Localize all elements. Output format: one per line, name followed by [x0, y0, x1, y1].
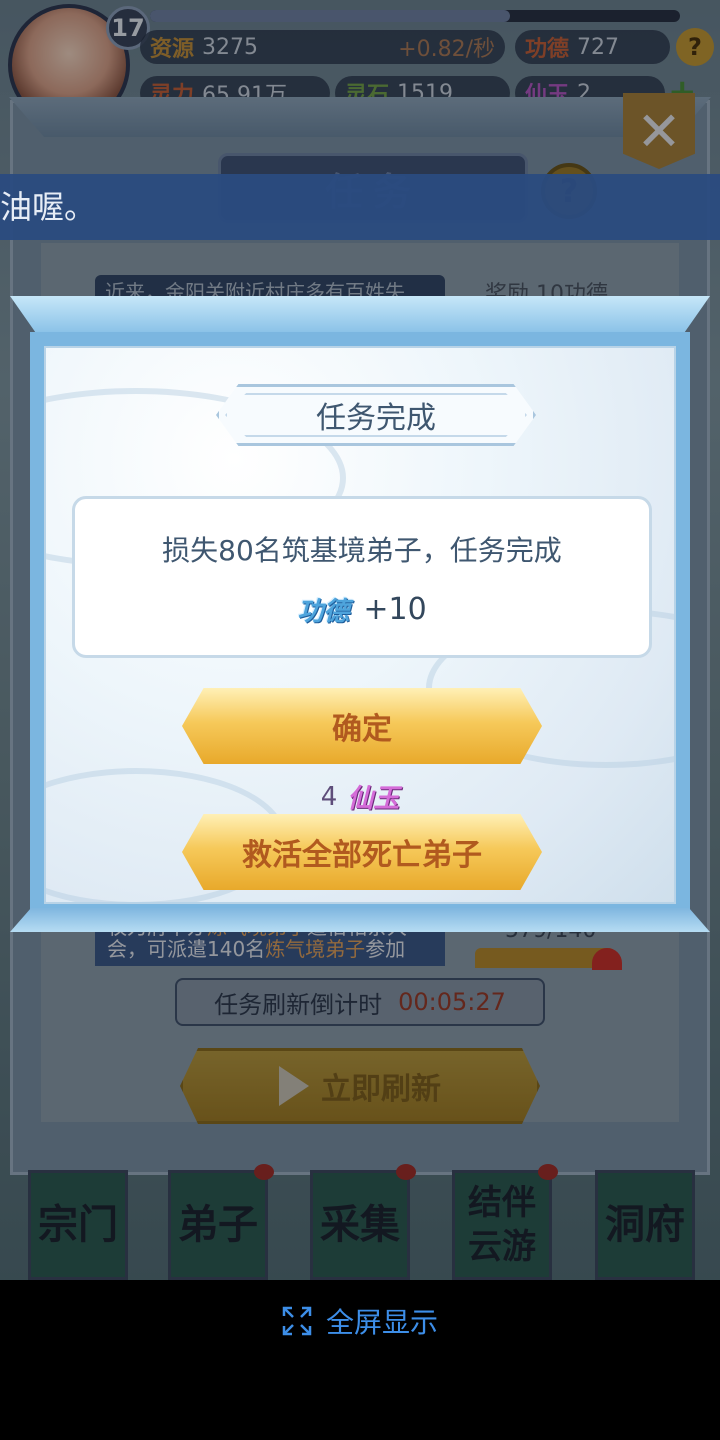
announcement-marquee: 油喔。 — [0, 174, 720, 240]
revive-all-label: 救活全部死亡弟子 — [242, 838, 482, 873]
fullscreen-label: 全屏显示 — [325, 1306, 438, 1339]
dialog-title-text: 任务完成 — [316, 401, 436, 436]
result-card: 损失80名筑基境弟子，任务完成 功德 +10 — [72, 496, 652, 658]
dialog-header-bar — [10, 296, 710, 336]
dialog-footer-bar — [10, 908, 710, 932]
marquee-text: 油喔。 — [0, 188, 97, 226]
revive-cost-amount: 4 — [320, 781, 338, 812]
dialog-title: 任务完成 — [216, 384, 536, 446]
jade-icon: 仙玉 — [347, 784, 400, 814]
reward-line: 功德 +10 — [75, 591, 649, 628]
merit-icon: 功德 — [297, 597, 350, 627]
result-text: 损失80名筑基境弟子，任务完成 — [162, 534, 562, 567]
dialog-body: 任务完成 损失80名筑基境弟子，任务完成 功德 +10 确定 4 仙玉 救活全部… — [44, 346, 676, 904]
revive-cost: 4 仙玉 — [46, 778, 674, 815]
task-complete-dialog: 任务完成 损失80名筑基境弟子，任务完成 功德 +10 确定 4 仙玉 救活全部… — [30, 332, 690, 918]
reward-amount: +10 — [363, 592, 427, 627]
fullscreen-icon — [282, 1306, 312, 1336]
confirm-label: 确定 — [332, 712, 392, 747]
fullscreen-bar[interactable]: 全屏显示 — [0, 1280, 720, 1362]
revive-all-button[interactable]: 救活全部死亡弟子 — [182, 814, 542, 890]
confirm-button[interactable]: 确定 — [182, 688, 542, 764]
